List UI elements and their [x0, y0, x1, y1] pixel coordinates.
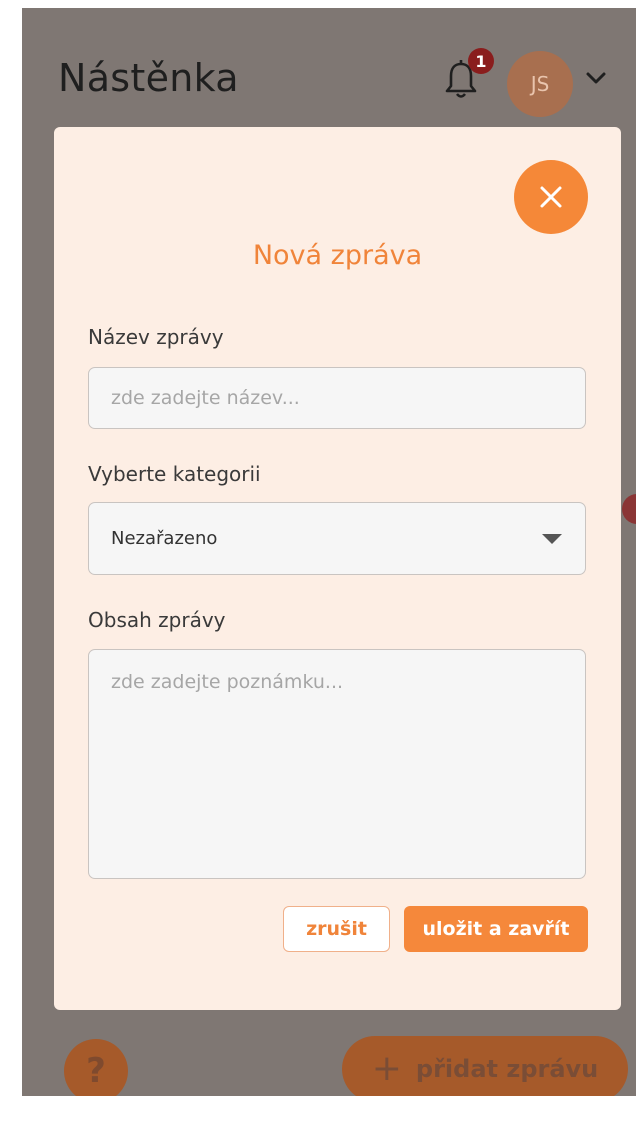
help-button[interactable]: ?	[64, 1039, 128, 1096]
close-icon	[540, 186, 562, 208]
add-message-button[interactable]: + přidat zprávu	[342, 1036, 628, 1096]
caret-down-icon	[542, 533, 562, 544]
plus-icon: +	[371, 1048, 402, 1089]
avatar[interactable]: JS	[507, 51, 573, 117]
chevron-down-icon[interactable]	[585, 70, 607, 86]
name-input[interactable]	[88, 367, 586, 429]
category-selected-value: Nezařazeno	[111, 528, 218, 549]
add-message-label: přidat zprávu	[415, 1055, 599, 1083]
page-title: Nástěnka	[58, 56, 239, 100]
content-textarea[interactable]	[88, 649, 586, 879]
notification-badge: 1	[468, 48, 494, 74]
modal-title: Nová zpráva	[252, 240, 423, 271]
close-button[interactable]	[514, 160, 588, 234]
name-label: Název zprávy	[88, 325, 224, 349]
save-and-close-button[interactable]: uložit a zavřít	[404, 906, 588, 952]
category-select[interactable]: Nezařazeno	[88, 502, 586, 575]
content-label: Obsah zprávy	[88, 608, 226, 632]
new-message-modal: Nová zpráva Název zprávy Vyberte kategor…	[54, 127, 621, 1010]
background-indicator	[622, 494, 636, 524]
category-label: Vyberte kategorii	[88, 462, 261, 486]
cancel-button[interactable]: zrušit	[283, 906, 390, 952]
